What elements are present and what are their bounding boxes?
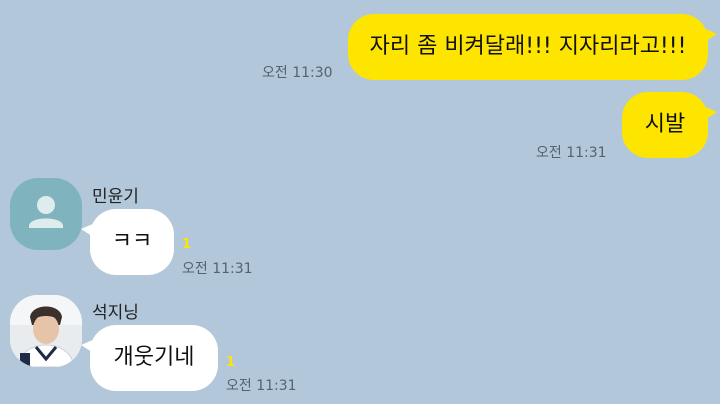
default-profile-icon <box>29 196 63 228</box>
message-bubble[interactable]: 개웃기네 <box>81 325 218 391</box>
message-time: 오전 11:31 <box>182 261 253 277</box>
message-bubble[interactable]: ㅋㅋ <box>81 209 174 275</box>
profile-photo <box>10 295 82 367</box>
avatar[interactable] <box>10 178 82 250</box>
message-bubble[interactable]: 시발 <box>622 92 717 158</box>
unread-count: 1 <box>226 355 236 370</box>
sender-name: 석지닝 <box>92 303 139 323</box>
message-time: 오전 11:31 <box>226 378 297 394</box>
message-time: 오전 11:30 <box>262 65 333 81</box>
chat-area[interactable]: 자리 좀 비켜달래!!! 지자리라고!!! 오전 11:30 시발 오전 11:… <box>0 0 720 404</box>
message-time: 오전 11:31 <box>536 145 607 161</box>
avatar[interactable] <box>10 295 82 367</box>
sender-name: 민윤기 <box>92 187 139 207</box>
message-bubble[interactable]: 자리 좀 비켜달래!!! 지자리라고!!! <box>348 14 717 80</box>
unread-count: 1 <box>182 237 192 252</box>
